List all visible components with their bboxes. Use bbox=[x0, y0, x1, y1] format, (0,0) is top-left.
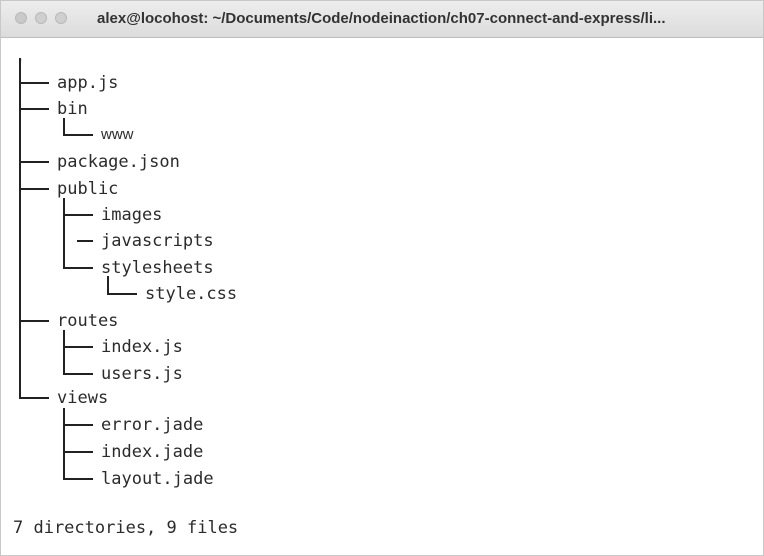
minimize-button[interactable] bbox=[35, 12, 47, 24]
tree-branch bbox=[63, 134, 93, 136]
tree-entry-directory: javascripts bbox=[101, 231, 214, 251]
tree-entry-file: style.css bbox=[145, 284, 238, 304]
tree-entry-directory: images bbox=[101, 205, 163, 225]
tree-entry-file: app.js bbox=[57, 73, 119, 93]
tree-branch bbox=[63, 346, 93, 348]
tree-branch bbox=[19, 108, 49, 110]
tree-entry-file: index.jade bbox=[101, 442, 204, 462]
tree-entry-directory: public bbox=[57, 179, 119, 199]
tree-entry-directory: bin bbox=[57, 99, 88, 119]
tree-branch bbox=[19, 320, 49, 322]
tree-branch bbox=[19, 188, 49, 190]
tree-entry-file: layout.jade bbox=[101, 469, 214, 489]
tree-entry-directory: views bbox=[57, 388, 109, 408]
tree-branch bbox=[63, 267, 93, 269]
tree-branch bbox=[63, 424, 93, 426]
zoom-button[interactable] bbox=[55, 12, 67, 24]
tree-connector bbox=[107, 276, 109, 294]
tree-branch bbox=[63, 451, 93, 453]
tree-branch bbox=[63, 373, 93, 375]
tree-branch bbox=[19, 397, 49, 399]
tree-summary: 7 directories, 9 files bbox=[13, 518, 239, 538]
tree-connector bbox=[63, 330, 65, 374]
tree-connector bbox=[63, 408, 65, 479]
tree-branch bbox=[77, 240, 93, 242]
title-bar[interactable]: alex@locohost: ~/Documents/Code/nodeinac… bbox=[1, 1, 763, 38]
tree-entry-file: error.jade bbox=[101, 415, 204, 435]
tree-branch bbox=[63, 214, 93, 216]
terminal-output[interactable]: . app.js bin www package.json public ima… bbox=[1, 38, 763, 555]
tree-branch bbox=[19, 161, 49, 163]
close-button[interactable] bbox=[15, 12, 27, 24]
tree-entry-directory: stylesheets bbox=[101, 258, 214, 278]
tree-entry-file: index.js bbox=[101, 337, 183, 357]
tree-branch bbox=[63, 478, 93, 480]
tree-entry-file: users.js bbox=[101, 364, 183, 384]
tree-connector bbox=[63, 118, 65, 135]
window-title: alex@locohost: ~/Documents/Code/nodeinac… bbox=[97, 10, 666, 27]
tree-entry-directory: routes bbox=[57, 311, 119, 331]
tree-branch bbox=[19, 82, 49, 84]
tree-entry-file: package.json bbox=[57, 152, 180, 172]
tree-entry-file: www bbox=[101, 126, 134, 143]
tree-connector bbox=[63, 198, 65, 268]
terminal-window: alex@locohost: ~/Documents/Code/nodeinac… bbox=[0, 0, 764, 556]
tree-branch bbox=[107, 293, 137, 295]
